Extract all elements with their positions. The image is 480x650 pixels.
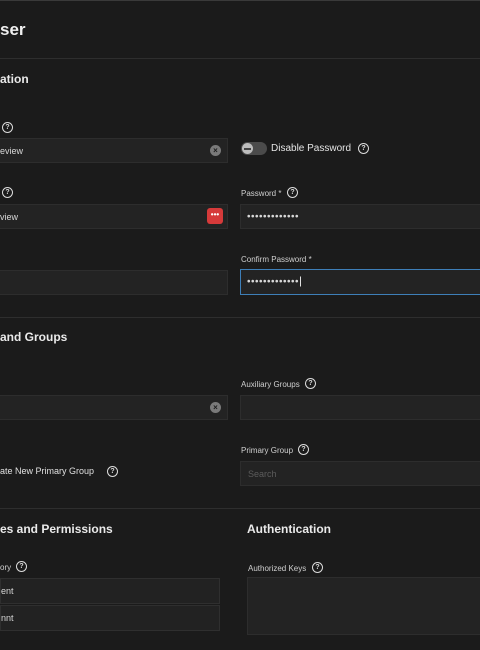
password-manager-icon[interactable]: •••	[207, 208, 223, 224]
disable-password-label: Disable Password	[271, 143, 352, 154]
toggle-off-indicator	[244, 148, 251, 150]
top-border	[0, 0, 480, 1]
username-value: view	[0, 211, 19, 222]
disable-password-toggle[interactable]	[241, 142, 267, 155]
create-primary-group-label[interactable]: ate New Primary Group	[0, 466, 94, 476]
full-name-input[interactable]: eview ×	[0, 138, 228, 163]
primary-group-help-icon[interactable]: ?	[298, 444, 309, 455]
create-primary-group-help-icon[interactable]: ?	[107, 466, 118, 477]
disable-password-help-icon[interactable]: ?	[358, 143, 369, 154]
directory-tree-item[interactable]: nnt	[0, 605, 220, 631]
password-value: •••••••••••••	[247, 211, 300, 222]
section-title-groups: and Groups	[0, 330, 68, 344]
text-caret	[300, 276, 302, 287]
username-input[interactable]: view •••	[0, 204, 228, 229]
home-directory-help-icon[interactable]: ?	[16, 561, 27, 572]
auxiliary-groups-label: Auxiliary Groups	[241, 380, 300, 389]
full-name-value: eview	[0, 145, 24, 156]
email-input[interactable]	[0, 270, 228, 295]
password-help-icon[interactable]: ?	[287, 187, 298, 198]
primary-group-input[interactable]: Search	[240, 461, 480, 486]
divider	[0, 508, 480, 509]
auxiliary-groups-help-icon[interactable]: ?	[305, 378, 316, 389]
authorized-keys-label: Authorized Keys	[248, 564, 307, 573]
authorized-keys-help-icon[interactable]: ?	[312, 562, 323, 573]
confirm-password-value: •••••••••••••	[247, 276, 300, 288]
clear-icon[interactable]: ×	[210, 402, 221, 413]
primary-group-label: Primary Group	[241, 446, 294, 455]
username-help-icon[interactable]: ?	[2, 187, 13, 198]
home-directory-label: ory	[0, 563, 12, 572]
directory-tree-item-label: ent	[1, 586, 14, 596]
divider	[0, 58, 480, 59]
confirm-password-input[interactable]: •••••••••••••	[240, 269, 480, 295]
clear-icon[interactable]: ×	[210, 145, 221, 156]
section-title-directories: es and Permissions	[0, 522, 113, 536]
full-name-help-icon[interactable]: ?	[2, 122, 13, 133]
confirm-password-label: Confirm Password *	[241, 255, 312, 264]
authorized-keys-textarea[interactable]	[247, 577, 480, 635]
auxiliary-groups-input[interactable]	[240, 395, 480, 420]
directory-tree-item[interactable]: ent	[0, 578, 220, 604]
password-input[interactable]: •••••••••••••	[240, 204, 480, 229]
directory-tree-item-label: nnt	[1, 613, 14, 623]
section-title-identification: ation	[0, 72, 29, 86]
page-title: ser	[0, 20, 26, 39]
primary-group-placeholder: Search	[248, 468, 277, 479]
divider	[0, 317, 480, 318]
password-label: Password *	[241, 189, 282, 198]
uid-input[interactable]: ×	[0, 395, 228, 420]
section-title-authentication: Authentication	[247, 522, 331, 536]
